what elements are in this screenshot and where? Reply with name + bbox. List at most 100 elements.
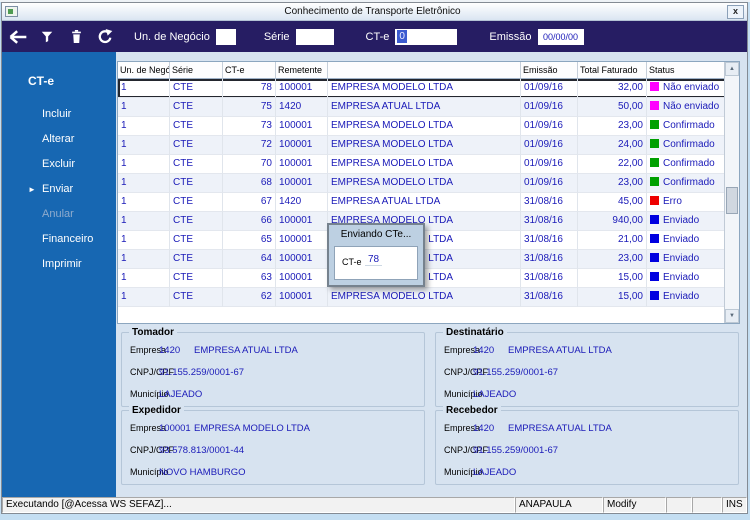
- table-row[interactable]: 1 CTE 66 100001 EMPRESA MODELO LTDA 31/08/16 9…: [118, 212, 739, 231]
- un-negocio-label: Un. de Negócio: [134, 30, 210, 43]
- status-label: Enviado: [663, 234, 700, 245]
- column-header-em[interactable]: Emissão: [521, 62, 578, 79]
- sidebar-item-alterar[interactable]: ►Alterar: [2, 127, 116, 152]
- cell-rem: 100001: [276, 136, 328, 155]
- table-row[interactable]: 1 CTE 70 100001 EMPRESA MODELO LTDA 01/09/16 2…: [118, 155, 739, 174]
- table-row[interactable]: 1CTE64100001EMPRESA MODELO LTDA31/08/162…: [118, 250, 739, 269]
- cell-nome: EMPRESA MODELO LTDA: [328, 174, 521, 193]
- table-row[interactable]: 1CTE63100001EMPRESA MODELO LTDA31/08/161…: [118, 269, 739, 288]
- column-header-rem[interactable]: Remetente: [276, 62, 328, 79]
- empresa-code: 1420: [159, 345, 181, 356]
- table-row[interactable]: 1 CTE 75 1420 EMPRESA ATUAL LTDA 01/09/16 50,0…: [118, 98, 739, 117]
- cell-tot: 32,00: [578, 79, 647, 98]
- party-groupbox-expedidor: Expedidor Empresa 100001 EMPRESA MODELO LTD…: [121, 405, 425, 485]
- cell-em: 31/08/16: [521, 193, 578, 212]
- status-color-icon: [650, 291, 659, 300]
- scroll-thumb[interactable]: [726, 187, 738, 214]
- vertical-scrollbar[interactable]: ▲ ▼: [724, 62, 739, 323]
- party-groupbox-recebedor: Recebedor Empresa 1420 EMPRESA ATUAL LTDA CN…: [435, 405, 739, 485]
- cell-nome: EMPRESA ATUAL LTDA: [328, 98, 521, 117]
- un-negocio-input[interactable]: [215, 28, 236, 45]
- cell-tot: 22,00: [578, 155, 647, 174]
- column-header-tot[interactable]: Total Faturado: [578, 62, 647, 79]
- cell-cte: 68: [223, 174, 276, 193]
- sidebar-item-label: Enviar: [42, 183, 74, 195]
- cell-serie: CTE: [170, 117, 223, 136]
- empresa-code: 1420: [473, 423, 495, 434]
- cell-tot: 15,00: [578, 288, 647, 307]
- dialog-panel: CT-e 78: [334, 246, 418, 280]
- municipio-row: Município LAJEADO: [444, 389, 734, 401]
- cell-cte: 72: [223, 136, 276, 155]
- filter-icon[interactable]: [37, 27, 57, 47]
- sidebar-item-incluir[interactable]: ►Incluir: [2, 102, 116, 127]
- scroll-down-icon[interactable]: ▼: [725, 309, 739, 323]
- close-button[interactable]: x: [727, 4, 744, 19]
- table-row[interactable]: 1 CTE 73 100001 EMPRESA MODELO LTDA 01/09/16 2…: [118, 117, 739, 136]
- statusbar-cell: ANAPAULA: [515, 497, 603, 513]
- cell-serie: CTE: [170, 136, 223, 155]
- serie-input[interactable]: [295, 28, 334, 45]
- sidebar-item-financeiro[interactable]: ►Financeiro: [2, 227, 116, 252]
- sidebar-item-excluir[interactable]: ►Excluir: [2, 152, 116, 177]
- cell-un: 1: [118, 155, 170, 174]
- cell-tot: 21,00: [578, 231, 647, 250]
- cell-em: 01/09/16: [521, 79, 578, 98]
- cell-em: 31/08/16: [521, 250, 578, 269]
- toolbar: Un. de Negócio Série CT-e 0 Emissão 00/0…: [2, 21, 747, 52]
- column-header-nome[interactable]: [328, 62, 521, 79]
- sidebar-item-label: Anular: [42, 208, 74, 220]
- cell-rem: 100001: [276, 174, 328, 193]
- empresa-row: Empresa 100001 EMPRESA MODELO LTDA: [130, 423, 420, 435]
- cte-label: CT-e: [365, 30, 390, 43]
- column-header-cte[interactable]: CT-e: [223, 62, 276, 79]
- table-row[interactable]: 1 CTE 68 100001 EMPRESA MODELO LTDA 01/09/16 2…: [118, 174, 739, 193]
- cell-em: 31/08/16: [521, 212, 578, 231]
- cell-nome: EMPRESA MODELO LTDA: [328, 288, 521, 307]
- cte-input[interactable]: 0: [395, 28, 458, 45]
- sidebar-item-imprimir[interactable]: ►Imprimir: [2, 252, 116, 277]
- cell-tot: 45,00: [578, 193, 647, 212]
- table-row[interactable]: 1CTE65100001EMPRESA MODELO LTDA31/08/162…: [118, 231, 739, 250]
- status-color-icon: [650, 253, 659, 262]
- cnpj-value: 91.155.259/0001-67: [159, 367, 245, 378]
- municipio-row: Município LAJEADO: [130, 389, 420, 401]
- delete-icon[interactable]: [66, 27, 86, 47]
- dialog-title: Enviando CTe...: [340, 229, 412, 240]
- statusbar-cell: INS: [722, 497, 747, 513]
- table-row[interactable]: 1 CTE 72 100001 EMPRESA MODELO LTDA 01/09/16 2…: [118, 136, 739, 155]
- cell-nome: EMPRESA MODELO LTDA: [328, 117, 521, 136]
- cell-cte: 64: [223, 250, 276, 269]
- cell-serie: CTE: [170, 174, 223, 193]
- column-header-serie[interactable]: Série: [170, 62, 223, 79]
- scroll-up-icon[interactable]: ▲: [725, 62, 739, 76]
- emissao-input[interactable]: 00/00/00: [537, 28, 584, 45]
- sidebar-item-label: Excluir: [42, 158, 76, 170]
- cell-cte: 67: [223, 193, 276, 212]
- status-color-icon: [650, 234, 659, 243]
- empresa-name: EMPRESA ATUAL LTDA: [194, 345, 298, 356]
- cell-un: 1: [118, 98, 170, 117]
- cell-serie: CTE: [170, 193, 223, 212]
- table-row[interactable]: 1 CTE 78 100001 EMPRESA MODELO LTDA 01/09/16 3…: [118, 79, 739, 98]
- cell-nome: EMPRESA ATUAL LTDA: [328, 193, 521, 212]
- sidebar-item-enviar[interactable]: ► Enviar: [2, 177, 116, 202]
- cell-un: 1: [118, 231, 170, 250]
- statusbar-cell: Modify: [603, 497, 666, 513]
- cell-cte: 73: [223, 117, 276, 136]
- statusbar-cell: Executando [@Acessa WS SEFAZ]...: [2, 497, 515, 513]
- status-label: Enviado: [663, 272, 700, 283]
- sidebar-item-label: Alterar: [42, 133, 75, 145]
- cell-cte: 78: [223, 79, 276, 98]
- cnpj-value: 91.155.259/0001-67: [473, 367, 559, 378]
- cell-tot: 940,00: [578, 212, 647, 231]
- cell-un: 1: [118, 79, 170, 98]
- back-icon[interactable]: [8, 27, 28, 47]
- sidebar-item-anular[interactable]: ►Anular: [2, 202, 116, 227]
- refresh-icon[interactable]: [95, 27, 115, 47]
- municipio-value: LAJEADO: [159, 389, 203, 400]
- cell-nome: EMPRESA MODELO LTDA: [328, 136, 521, 155]
- table-row[interactable]: 1 CTE 67 1420 EMPRESA ATUAL LTDA 31/08/16 45,0…: [118, 193, 739, 212]
- table-row[interactable]: 1 CTE 62 100001 EMPRESA MODELO LTDA 31/08/16 1…: [118, 288, 739, 307]
- column-header-un[interactable]: Un. de Negócio: [118, 62, 170, 79]
